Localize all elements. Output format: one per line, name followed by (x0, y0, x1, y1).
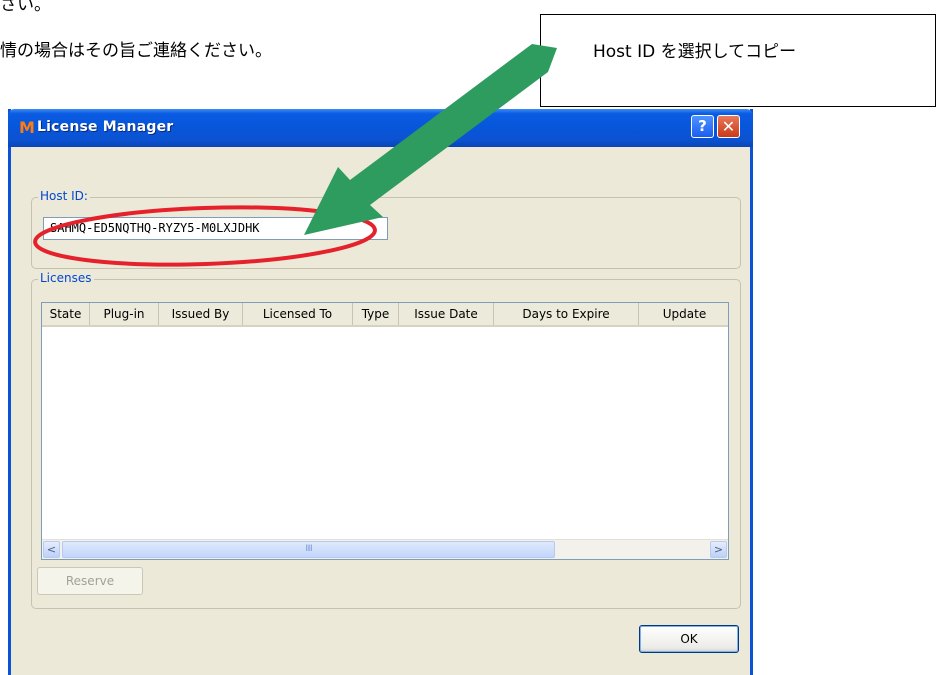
pointer-arrow-icon (304, 44, 557, 235)
annotation-overlay (33, 44, 557, 267)
